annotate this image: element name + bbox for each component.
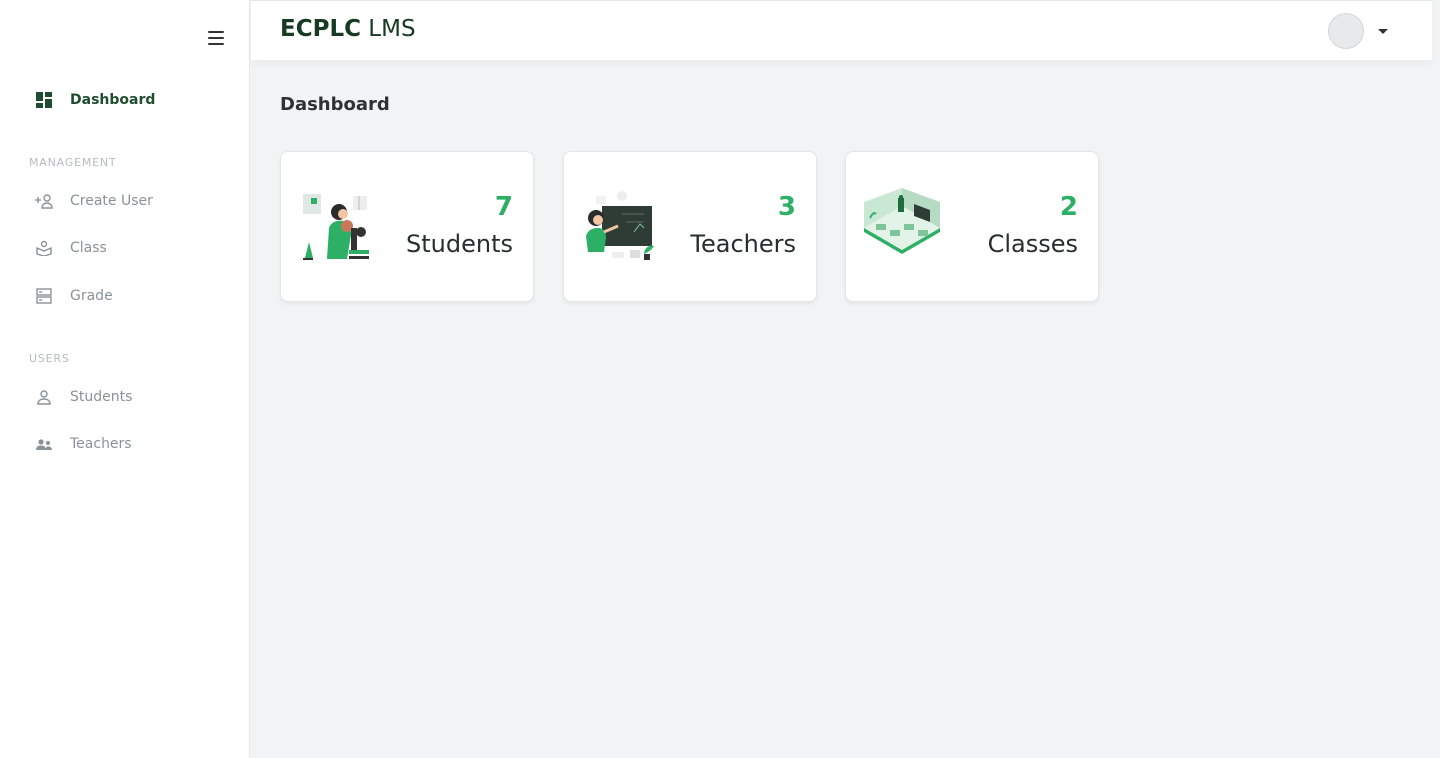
brand-suffix: LMS — [368, 16, 416, 42]
grade-icon — [34, 286, 54, 306]
section-label-management: MANAGEMENT — [29, 156, 117, 169]
sidebar-item-teachers[interactable]: Teachers — [34, 432, 132, 456]
menu-toggle-button[interactable] — [208, 31, 224, 45]
sidebar-item-label: Grade — [70, 288, 113, 304]
chevron-down-icon[interactable] — [1378, 29, 1388, 34]
sidebar-item-label: Teachers — [70, 436, 132, 452]
sidebar-item-dashboard[interactable]: Dashboard — [34, 88, 155, 112]
classes-label: Classes — [987, 230, 1078, 258]
sidebar-item-label: Class — [70, 240, 107, 256]
class-icon — [34, 238, 54, 258]
classroom-illustration-icon — [860, 188, 940, 268]
sidebar: Dashboard MANAGEMENT Create User Class G… — [0, 0, 250, 758]
student-illustration-icon — [299, 188, 379, 268]
sidebar-item-grade[interactable]: Grade — [34, 284, 113, 308]
dashboard-icon — [34, 90, 54, 110]
stat-card-teachers[interactable]: 3 Teachers — [563, 151, 817, 302]
stat-card-classes[interactable]: 2 Classes — [845, 151, 1099, 302]
top-bar: ECPLC LMS — [251, 0, 1432, 60]
avatar[interactable] — [1328, 13, 1364, 49]
hamburger-line — [208, 43, 224, 45]
page-title: Dashboard — [280, 94, 390, 115]
teacher-illustration-icon — [582, 188, 662, 268]
brand-name: ECPLC — [280, 16, 361, 42]
stat-card-students[interactable]: 7 Students — [280, 151, 534, 302]
sidebar-item-label: Create User — [70, 193, 153, 209]
users-icon — [34, 434, 54, 454]
user-icon — [34, 387, 54, 407]
section-label-users: USERS — [29, 352, 70, 365]
students-label: Students — [406, 230, 513, 258]
sidebar-item-create-user[interactable]: Create User — [34, 189, 153, 213]
sidebar-item-label: Students — [70, 389, 133, 405]
teachers-label: Teachers — [690, 230, 796, 258]
sidebar-item-students[interactable]: Students — [34, 385, 132, 409]
hamburger-line — [208, 37, 224, 39]
sidebar-item-label: Dashboard — [70, 92, 156, 108]
students-count: 7 — [494, 192, 513, 222]
classes-count: 2 — [1059, 192, 1078, 222]
brand-logo[interactable]: ECPLC LMS — [280, 16, 416, 42]
teachers-count: 3 — [777, 192, 796, 222]
sidebar-item-class[interactable]: Class — [34, 236, 107, 260]
hamburger-line — [208, 31, 224, 33]
add-user-icon — [34, 191, 54, 211]
